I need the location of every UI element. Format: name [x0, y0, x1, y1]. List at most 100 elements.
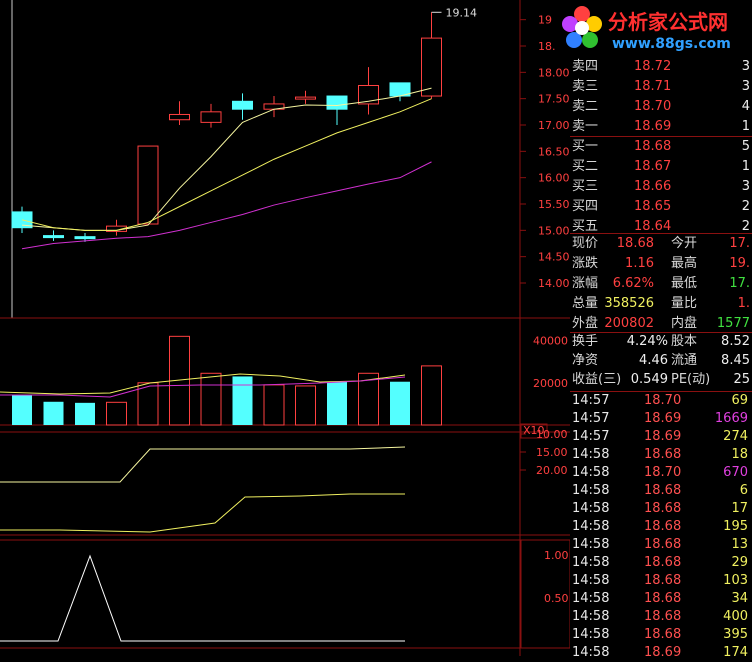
- tick-time: 14:58: [572, 465, 610, 480]
- order-price: 18.69: [634, 119, 672, 134]
- volume-tick-label: 40000: [533, 335, 568, 348]
- ind2-tick-label: 1.00: [544, 549, 569, 562]
- price-tick-label: 19: [538, 14, 552, 27]
- tick-qty: 195: [723, 519, 748, 534]
- candle-body: [169, 113, 190, 121]
- tick-row: 14:58 18.68 29: [570, 554, 752, 572]
- ma-line-short: [21, 87, 432, 231]
- tick-price: 18.68: [644, 537, 682, 552]
- quote-label: 总量: [572, 296, 599, 311]
- fund-row: 换手 4.24% 股本 8.52: [570, 333, 752, 351]
- quote-value: 19.: [729, 256, 750, 271]
- price-tick-label: 18.00: [538, 66, 570, 79]
- tick-row: 14:58 18.68 34: [570, 590, 752, 608]
- quote-value: 17.: [729, 236, 750, 251]
- indicator1-line-a: [0, 446, 406, 483]
- ind1-tick-label: 20.00: [536, 464, 568, 477]
- order-qty: 4: [741, 99, 750, 114]
- volume-bar: [295, 385, 316, 426]
- tick-time: 14:58: [572, 519, 610, 534]
- kline-chart-area[interactable]: 1918.5018.0017.5017.0016.5016.0015.5015.…: [0, 0, 570, 656]
- price-tick-label: 15.00: [538, 224, 570, 237]
- price-tick-label: 17.00: [538, 119, 570, 132]
- tick-row: 14:58 18.69 174: [570, 644, 752, 662]
- indicator2-line: [0, 554, 405, 642]
- order-label: 卖二: [572, 99, 599, 114]
- tick-qty: 17: [731, 501, 748, 516]
- tick-qty: 13: [731, 537, 748, 552]
- tick-row: 14:58 18.68 6: [570, 482, 752, 500]
- tick-time: 14:58: [572, 573, 610, 588]
- fund-value: 25: [733, 372, 750, 387]
- candle-body: [137, 145, 159, 225]
- fund-label: 流通: [671, 353, 698, 368]
- quote-value: 1577: [716, 316, 750, 331]
- order-price: 18.68: [634, 139, 672, 154]
- quote-label: 涨跌: [572, 256, 599, 271]
- ma-line-long: [21, 161, 432, 250]
- tick-qty: 395: [723, 627, 748, 642]
- tick-qty: 34: [731, 591, 748, 606]
- tick-time: 14:58: [572, 447, 610, 462]
- quote-label: 量比: [671, 296, 698, 311]
- tick-price: 18.68: [644, 447, 682, 462]
- tick-time: 14:58: [572, 483, 610, 498]
- quote-label: 涨幅: [572, 276, 599, 291]
- order-row-buy: 买二 18.67 1: [570, 158, 752, 176]
- fund-label: 收益(三): [572, 372, 622, 387]
- tick-row: 14:57 18.70 69: [570, 392, 752, 410]
- tick-price: 18.68: [644, 591, 682, 606]
- volume-bar: [75, 402, 95, 425]
- order-label: 卖一: [572, 119, 599, 134]
- order-row-sell: 卖一 18.69 1: [570, 118, 752, 136]
- ind1-tick-label: 10.00: [536, 428, 568, 441]
- volume-bar: [421, 365, 442, 426]
- tick-price: 18.68: [644, 501, 682, 516]
- quote-label: 外盘: [572, 316, 599, 331]
- quote-value: 6.62%: [612, 276, 654, 291]
- tick-time: 14:58: [572, 555, 610, 570]
- fund-value: 4.24%: [626, 334, 668, 349]
- candle-body: [421, 37, 442, 97]
- volume-bar: [327, 381, 347, 425]
- volume-bar: [106, 401, 127, 426]
- tick-time: 14:57: [572, 429, 610, 444]
- tick-price: 18.68: [644, 483, 682, 498]
- tick-qty: 29: [731, 555, 748, 570]
- quote-value: 18.68: [616, 236, 654, 251]
- order-price: 18.72: [634, 59, 672, 74]
- tick-row: 14:58 18.68 17: [570, 500, 752, 518]
- tick-price: 18.70: [644, 393, 682, 408]
- fund-value: 8.45: [721, 353, 750, 368]
- order-price: 18.66: [634, 179, 672, 194]
- flower-logo-icon: [562, 6, 602, 48]
- tick-row: 14:58 18.68 13: [570, 536, 752, 554]
- tick-row: 14:58 18.68 195: [570, 518, 752, 536]
- order-row-sell: 卖二 18.70 4: [570, 98, 752, 116]
- quote-label: 最低: [671, 276, 698, 291]
- divider: [570, 233, 752, 234]
- volume-bar: [200, 372, 222, 426]
- fund-row: 收益(三) 0.549 PE(动) 25: [570, 371, 752, 389]
- quote-row: 现价 18.68 今开 17.: [570, 235, 752, 253]
- quote-row: 涨幅 6.62% 最低 17.: [570, 275, 752, 293]
- fund-value: 4.46: [639, 353, 668, 368]
- quote-value: 17.: [729, 276, 750, 291]
- ind2-tick-label: 0.50: [544, 592, 569, 605]
- order-price: 18.65: [634, 199, 672, 214]
- order-qty: 2: [741, 199, 750, 214]
- logo-name: 分析家公式网: [608, 10, 728, 34]
- tick-row: 14:58 18.68 18: [570, 446, 752, 464]
- quote-label: 最高: [671, 256, 698, 271]
- tick-time: 14:58: [572, 609, 610, 624]
- price-tick-label: 17.50: [538, 93, 570, 106]
- tick-price: 18.68: [644, 573, 682, 588]
- ind1-tick-label: 15.00: [536, 446, 568, 459]
- tick-row: 14:58 18.68 395: [570, 626, 752, 644]
- tick-qty: 103: [723, 573, 748, 588]
- tick-qty: 400: [723, 609, 748, 624]
- order-qty: 3: [741, 79, 750, 94]
- candle-body: [43, 235, 64, 239]
- price-tick-label: 16.50: [538, 145, 570, 158]
- tick-row: 14:57 18.69 1669: [570, 410, 752, 428]
